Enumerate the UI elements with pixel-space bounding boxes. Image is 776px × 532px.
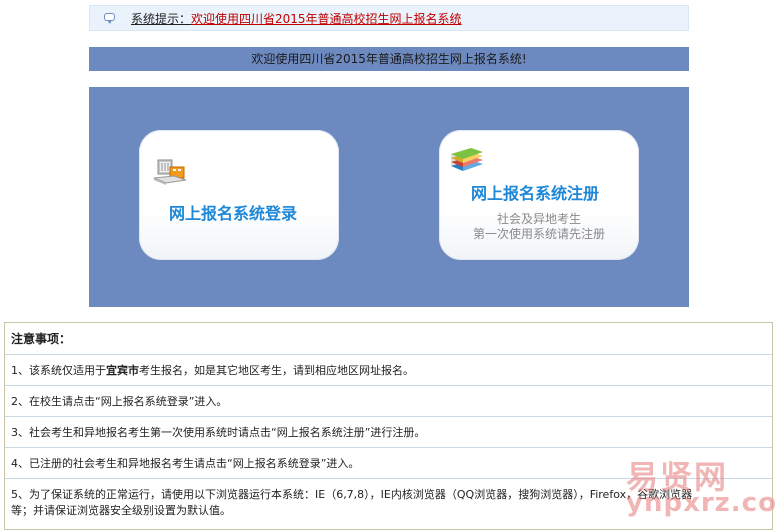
books-icon [447, 146, 485, 174]
entry-panel: 网上报名系统登录 网上报名系统注册 社会及异地考生 第一次使用系统请先注册 [89, 87, 689, 307]
watermark-en: ynpxrz.com [626, 488, 776, 518]
note-item-2: 2、在校生请点击“网上报名系统登录”进入。 [5, 386, 772, 417]
speech-bubble-icon [104, 12, 117, 24]
city-name: 宜宾市 [106, 364, 139, 377]
note-item-1: 1、该系统仅适用于 宜宾市 考生报名，如是其它地区考生，请到相应地区网址报名。 [5, 355, 772, 386]
note-item-3: 3、社会考生和异地报名考生第一次使用系统时请点击“网上报名系统注册”进行注册。 [5, 417, 772, 448]
system-notice-bar: 系统提示： 欢迎使用四川省2015年普通高校招生网上报名系统 [89, 5, 689, 31]
notes-heading: 注意事项： [5, 323, 772, 355]
watermark-logo: 易贤网 ynpxrz.com [620, 450, 776, 525]
notice-link[interactable]: 欢迎使用四川省2015年普通高校招生网上报名系统 [191, 10, 462, 27]
notice-label: 系统提示： [131, 11, 192, 26]
computer-icon [152, 158, 188, 186]
register-title: 网上报名系统注册 [471, 184, 600, 203]
register-subtitle-1: 社会及异地考生 [496, 212, 581, 226]
login-button[interactable]: 网上报名系统登录 [139, 130, 339, 260]
register-button[interactable]: 网上报名系统注册 社会及异地考生 第一次使用系统请先注册 [439, 130, 639, 260]
welcome-banner: 欢迎使用四川省2015年普通高校招生网上报名系统! [89, 47, 689, 71]
register-subtitle-2: 第一次使用系统请先注册 [472, 227, 605, 241]
login-title: 网上报名系统登录 [169, 204, 298, 223]
